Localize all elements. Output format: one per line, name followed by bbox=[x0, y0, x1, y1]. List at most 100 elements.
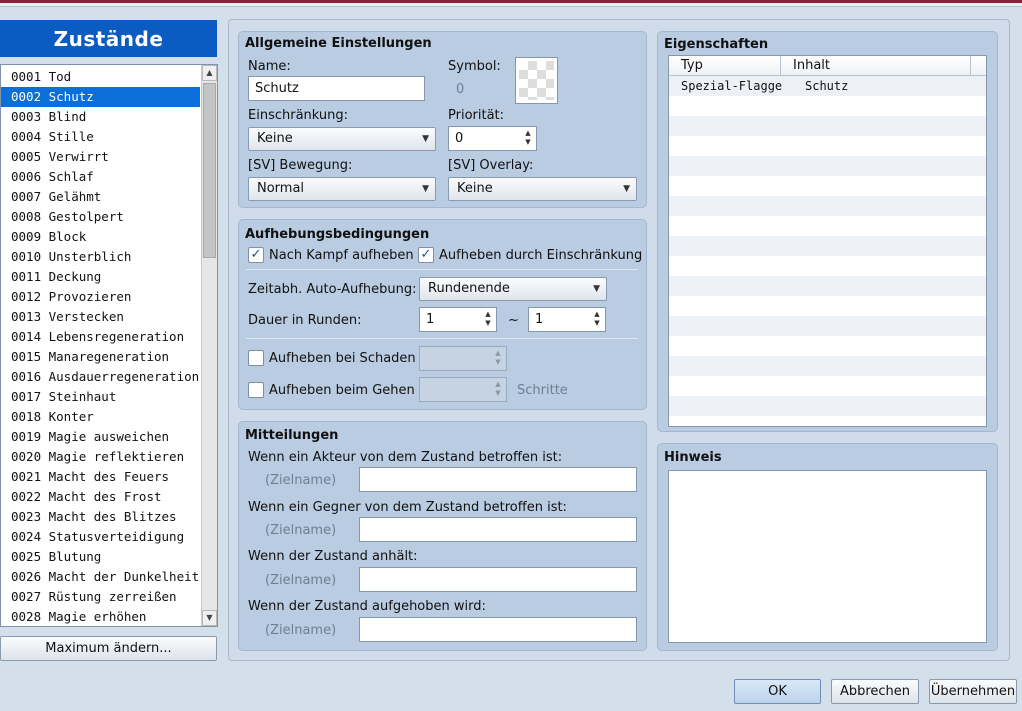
table-row[interactable] bbox=[669, 316, 986, 336]
list-item[interactable]: 0025 Blutung bbox=[1, 547, 200, 567]
list-item[interactable]: 0012 Provozieren bbox=[1, 287, 200, 307]
chevron-down-icon: ▼ bbox=[422, 134, 429, 144]
stepper-arrows-icon[interactable]: ▲ ▼ bbox=[523, 129, 533, 147]
list-item[interactable]: 0007 Gelähmt bbox=[1, 187, 200, 207]
list-item[interactable]: 0015 Manaregeneration bbox=[1, 347, 200, 367]
list-item[interactable]: 0010 Unsterblich bbox=[1, 247, 200, 267]
duration-min-stepper[interactable]: 1 ▲ ▼ bbox=[419, 307, 497, 332]
chevron-down-icon: ▼ bbox=[623, 184, 630, 194]
message-removed-label: Wenn der Zustand aufgehoben wird: bbox=[248, 599, 486, 614]
symbol-picker[interactable] bbox=[515, 57, 558, 104]
apply-button[interactable]: Übernehmen bbox=[929, 679, 1017, 704]
list-item[interactable]: 0005 Verwirrt bbox=[1, 147, 200, 167]
symbol-index: 0 bbox=[456, 82, 465, 97]
sv-motion-select[interactable]: Normal ▼ bbox=[248, 177, 436, 201]
list-item[interactable]: 0022 Macht des Frost bbox=[1, 487, 200, 507]
remove-after-battle-label[interactable]: Nach Kampf aufheben bbox=[269, 248, 414, 263]
sv-overlay-select[interactable]: Keine ▼ bbox=[448, 177, 637, 201]
scroll-thumb[interactable] bbox=[203, 83, 216, 258]
table-row[interactable] bbox=[669, 256, 986, 276]
remove-after-battle-checkbox[interactable]: ✓ bbox=[248, 247, 264, 263]
table-row[interactable] bbox=[669, 236, 986, 256]
remove-by-restriction-checkbox[interactable]: ✓ bbox=[418, 247, 434, 263]
states-title: Zustände bbox=[0, 20, 217, 57]
list-item[interactable]: 0014 Lebensregeneration bbox=[1, 327, 200, 347]
note-textarea[interactable] bbox=[668, 470, 987, 643]
table-row[interactable] bbox=[669, 196, 986, 216]
priority-label: Priorität: bbox=[448, 108, 505, 123]
auto-removal-select[interactable]: Rundenende ▼ bbox=[419, 277, 607, 301]
table-row[interactable] bbox=[669, 296, 986, 316]
removal-conditions-title: Aufhebungsbedingungen bbox=[245, 227, 430, 242]
list-item[interactable]: 0016 Ausdauerregeneration bbox=[1, 367, 200, 387]
list-item[interactable]: 0027 Rüstung zerreißen bbox=[1, 587, 200, 607]
general-settings-title: Allgemeine Einstellungen bbox=[245, 36, 432, 51]
message-actor-input[interactable] bbox=[359, 467, 637, 492]
table-row[interactable] bbox=[669, 216, 986, 236]
list-item[interactable]: 0008 Gestolpert bbox=[1, 207, 200, 227]
table-row[interactable] bbox=[669, 156, 986, 176]
scroll-down-arrow-icon[interactable]: ▼ bbox=[202, 610, 217, 626]
traits-table[interactable]: Typ Inhalt Spezial-Flagge Schutz bbox=[668, 55, 987, 427]
table-row[interactable] bbox=[669, 176, 986, 196]
list-item[interactable]: 0019 Magie ausweichen bbox=[1, 427, 200, 447]
list-item[interactable]: 0011 Deckung bbox=[1, 267, 200, 287]
duration-max-value: 1 bbox=[535, 312, 544, 327]
stepper-arrows-icon[interactable]: ▲ ▼ bbox=[483, 310, 493, 328]
checkmark-icon: ✓ bbox=[250, 247, 262, 262]
restriction-select-value: Keine bbox=[257, 131, 293, 146]
restriction-select[interactable]: Keine ▼ bbox=[248, 127, 436, 151]
list-item[interactable]: 0026 Macht der Dunkelheit bbox=[1, 567, 200, 587]
states-list[interactable]: 0001 Tod 0002 Schutz 0003 Blind 0004 Stille… bbox=[0, 64, 218, 627]
list-item[interactable]: 0009 Block bbox=[1, 227, 200, 247]
column-header-content[interactable]: Inhalt bbox=[781, 56, 971, 75]
stepper-arrows-icon[interactable]: ▲ ▼ bbox=[592, 310, 602, 328]
remove-by-walking-checkbox[interactable] bbox=[248, 382, 264, 398]
message-enemy-input[interactable] bbox=[359, 517, 637, 542]
cancel-button[interactable]: Abbrechen bbox=[831, 679, 919, 704]
list-item[interactable]: 0023 Macht des Blitzes bbox=[1, 507, 200, 527]
scroll-up-arrow-icon[interactable]: ▲ bbox=[202, 65, 217, 81]
table-row[interactable] bbox=[669, 376, 986, 396]
list-item[interactable]: 0018 Konter bbox=[1, 407, 200, 427]
list-item[interactable]: 0020 Magie reflektieren bbox=[1, 447, 200, 467]
name-input[interactable]: Schutz bbox=[248, 76, 425, 101]
remove-by-restriction-label[interactable]: Aufheben durch Einschränkung bbox=[439, 248, 642, 263]
table-row[interactable] bbox=[669, 336, 986, 356]
table-row[interactable] bbox=[669, 396, 986, 416]
remove-by-damage-label[interactable]: Aufheben bei Schaden bbox=[269, 351, 416, 366]
list-item[interactable]: 0002 Schutz bbox=[1, 87, 200, 107]
list-item[interactable]: 0003 Blind bbox=[1, 107, 200, 127]
list-item[interactable]: 0024 Statusverteidigung bbox=[1, 527, 200, 547]
duration-separator: ~ bbox=[508, 313, 519, 328]
list-item[interactable]: 0021 Macht des Feuers bbox=[1, 467, 200, 487]
table-row[interactable] bbox=[669, 116, 986, 136]
walking-steps-stepper[interactable]: ▲ ▼ bbox=[419, 377, 507, 402]
message-persist-input[interactable] bbox=[359, 567, 637, 592]
list-item[interactable]: 0004 Stille bbox=[1, 127, 200, 147]
auto-removal-label: Zeitabh. Auto-Aufhebung: bbox=[248, 282, 417, 297]
list-item[interactable]: 0006 Schlaf bbox=[1, 167, 200, 187]
table-row[interactable] bbox=[669, 276, 986, 296]
message-removed-input[interactable] bbox=[359, 617, 637, 642]
damage-percent-stepper[interactable]: ▲ ▼ bbox=[419, 346, 507, 371]
table-row[interactable] bbox=[669, 356, 986, 376]
traits-table-header: Typ Inhalt bbox=[669, 56, 986, 76]
divider bbox=[246, 338, 638, 339]
list-item[interactable]: 0013 Verstecken bbox=[1, 307, 200, 327]
column-header-type[interactable]: Typ bbox=[669, 56, 781, 75]
table-row[interactable] bbox=[669, 96, 986, 116]
remove-by-damage-checkbox[interactable] bbox=[248, 350, 264, 366]
ok-button[interactable]: OK bbox=[734, 679, 821, 704]
remove-by-walking-label[interactable]: Aufheben beim Gehen bbox=[269, 383, 415, 398]
table-row[interactable] bbox=[669, 136, 986, 156]
list-item[interactable]: 0001 Tod bbox=[1, 67, 200, 87]
change-maximum-button[interactable]: Maximum ändern... bbox=[0, 636, 217, 661]
steps-label: Schritte bbox=[517, 383, 568, 398]
list-item[interactable]: 0028 Magie erhöhen bbox=[1, 607, 200, 626]
states-list-scrollbar[interactable]: ▲ ▼ bbox=[201, 65, 217, 626]
duration-max-stepper[interactable]: 1 ▲ ▼ bbox=[528, 307, 606, 332]
priority-stepper[interactable]: 0 ▲ ▼ bbox=[448, 126, 537, 151]
table-row[interactable]: Spezial-Flagge Schutz bbox=[669, 76, 986, 96]
list-item[interactable]: 0017 Steinhaut bbox=[1, 387, 200, 407]
